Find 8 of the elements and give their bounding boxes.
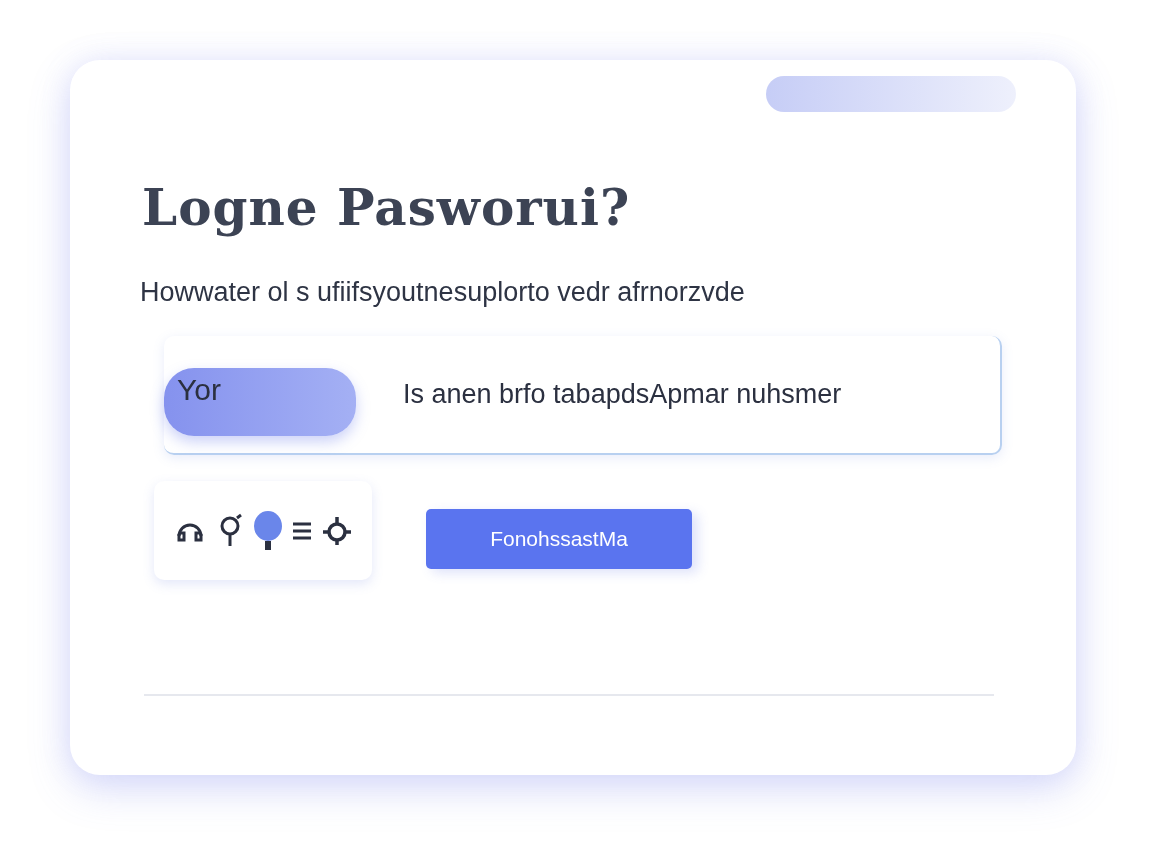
input-field[interactable]: Yor Is anen brfo tabapdsApmar nuhsmer	[164, 336, 1002, 455]
bulb-icon[interactable]	[253, 509, 283, 552]
page-title: Logne Pasworui?	[142, 178, 632, 237]
field-value: Is anen brfo tabapdsApmar nuhsmer	[403, 379, 842, 410]
submit-button[interactable]: FonohssastMa	[426, 508, 692, 569]
subtitle: Howwater ol s ufiifsyoutnesuplorto vedr afrnorzvde	[140, 277, 746, 308]
menu-icon[interactable]	[291, 520, 313, 541]
field-label: Yor	[177, 372, 222, 407]
